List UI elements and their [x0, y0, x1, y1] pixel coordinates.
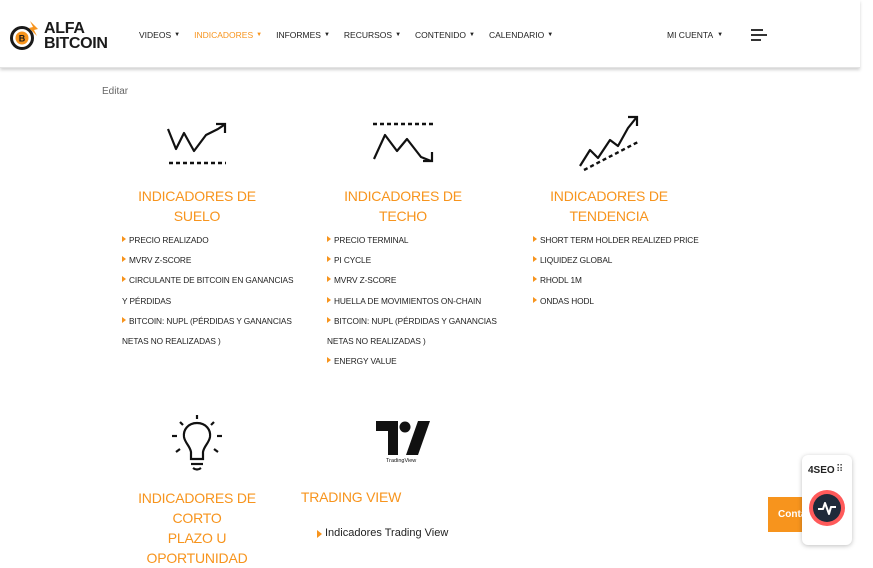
nav-item-videos[interactable]: VIDEOS ▼: [139, 30, 180, 40]
section-title-tradingview[interactable]: TRADING VIEW: [300, 487, 402, 507]
caret-down-icon: ▼: [174, 32, 181, 38]
list-item[interactable]: PRECIO REALIZADO: [122, 230, 297, 250]
bullet-arrow-icon: [533, 236, 537, 242]
caret-down-icon: ▼: [717, 32, 724, 38]
hamburger-menu-icon[interactable]: [751, 28, 767, 42]
list-item[interactable]: PRECIO TERMINAL: [327, 230, 507, 250]
logo-line-2: BITCOIN: [44, 35, 108, 52]
nav-item-contenido[interactable]: CONTENIDO ▼: [415, 30, 475, 40]
bullet-arrow-icon: [122, 316, 126, 323]
section-title-techo[interactable]: INDICADORES DE TECHO: [327, 186, 479, 226]
floor-chart-icon: [166, 121, 228, 167]
caret-down-icon: ▼: [256, 32, 263, 38]
site-header: B ALFA BITCOIN VIDEOS ▼ INDICADORES ▼ INFO…: [0, 0, 860, 68]
bullet-arrow-icon: [122, 256, 126, 263]
bullet-arrow-icon: [327, 316, 331, 323]
list-item[interactable]: LIQUIDEZ GLOBAL: [533, 250, 713, 270]
pulse-icon: [813, 494, 841, 522]
list-item[interactable]: ONDAS HODL: [533, 291, 713, 311]
main-nav: VIDEOS ▼ INDICADORES ▼ INFORMES ▼ RECURSOS ▼…: [139, 30, 553, 40]
list-tendencia: SHORT TERM HOLDER REALIZED PRICE LIQUIDE…: [533, 230, 713, 311]
bullet-arrow-icon: [533, 296, 537, 303]
bullet-arrow-icon: [327, 236, 331, 242]
logo-line-1: ALFA: [44, 20, 85, 37]
list-item[interactable]: BITCOIN: NUPL (PÉRDIDAS Y GANANCIAS: [122, 311, 297, 331]
seo-label: 4SEO: [808, 465, 835, 476]
tradingview-caption: TradingView: [386, 458, 417, 464]
nav-label: INFORMES: [276, 30, 321, 40]
section-title-suelo[interactable]: INDICADORES DE SUELO: [122, 186, 272, 226]
title-line-2: PLAZO U OPORTUNIDAD: [146, 530, 248, 566]
list-item[interactable]: MVRV Z-SCORE: [327, 270, 507, 290]
bullet-arrow-icon: [327, 357, 331, 364]
seo-launch-button[interactable]: [809, 490, 845, 526]
nav-item-calendario[interactable]: CALENDARIO ▼: [489, 30, 553, 40]
title-line-1: INDICADORES DE CORTO: [138, 490, 256, 526]
logo-text: ALFA BITCOIN: [44, 20, 108, 52]
site-logo[interactable]: B ALFA BITCOIN: [10, 16, 110, 56]
nav-item-indicadores[interactable]: INDICADORES ▼: [194, 30, 262, 40]
list-item[interactable]: MVRV Z-SCORE: [122, 250, 297, 270]
bullet-arrow-icon: [533, 276, 537, 283]
bullet-arrow-icon: [327, 296, 331, 303]
list-item[interactable]: BITCOIN: NUPL (PÉRDIDAS Y GANANCIAS: [327, 311, 507, 331]
bullet-arrow-icon: [327, 256, 331, 263]
list-item[interactable]: HUELLA DE MOVIMIENTOS ON-CHAIN: [327, 291, 507, 311]
bullet-arrow-icon: [327, 276, 331, 283]
list-item[interactable]: ENERGY VALUE: [327, 351, 507, 371]
bullet-arrow-icon: [122, 236, 126, 242]
ceiling-chart-icon: [371, 121, 435, 167]
list-item[interactable]: CIRCULANTE DE BITCOIN EN GANANCIAS: [122, 270, 297, 290]
nav-label: CALENDARIO: [489, 30, 545, 40]
bullet-arrow-icon: [317, 530, 322, 538]
caret-down-icon: ▼: [323, 32, 330, 38]
logo-mark-letter: B: [19, 34, 26, 44]
trend-chart-icon: [578, 114, 640, 172]
bullet-arrow-icon: [122, 276, 126, 283]
nav-item-recursos[interactable]: RECURSOS ▼: [344, 30, 401, 40]
section-title-corto-plazo[interactable]: INDICADORES DE CORTO PLAZO U OPORTUNIDAD: [122, 488, 272, 568]
drag-handle-icon[interactable]: ⠿: [836, 464, 843, 475]
caret-down-icon: ▼: [469, 32, 475, 38]
nav-item-informes[interactable]: INFORMES ▼: [276, 30, 330, 40]
bullet-arrow-icon: [533, 256, 537, 263]
edit-link[interactable]: Editar: [102, 86, 128, 97]
caret-down-icon: ▼: [547, 32, 554, 38]
account-menu[interactable]: MI CUENTA ▼: [667, 30, 723, 40]
nav-label: CONTENIDO: [415, 30, 467, 40]
seo-widget[interactable]: 4SEO ⠿: [802, 455, 852, 545]
tradingview-indicators-link[interactable]: Indicadores Trading View: [317, 527, 448, 539]
list-techo: PRECIO TERMINAL PI CYCLE MVRV Z-SCORE HU…: [327, 230, 507, 371]
list-item[interactable]: PI CYCLE: [327, 250, 507, 270]
lightbulb-icon: [170, 414, 224, 472]
list-item[interactable]: SHORT TERM HOLDER REALIZED PRICE: [533, 230, 713, 250]
caret-down-icon: ▼: [395, 32, 402, 38]
tradingview-logo-icon: TradingView: [375, 419, 431, 469]
bitcoin-bulb-logo-icon: B: [10, 19, 40, 53]
list-item-continuation[interactable]: Y PÉRDIDAS: [122, 291, 297, 311]
account-label: MI CUENTA: [667, 30, 714, 40]
nav-label: INDICADORES: [194, 30, 254, 40]
list-suelo: PRECIO REALIZADO MVRV Z-SCORE CIRCULANTE…: [122, 230, 297, 351]
nav-label: VIDEOS: [139, 30, 172, 40]
list-item-continuation[interactable]: NETAS NO REALIZADAS ): [122, 331, 297, 351]
section-title-tendencia[interactable]: INDICADORES DE TENDENCIA: [522, 186, 696, 226]
nav-label: RECURSOS: [343, 30, 393, 40]
list-item[interactable]: RHODL 1M: [533, 270, 713, 290]
list-item-continuation[interactable]: NETAS NO REALIZADAS ): [327, 331, 507, 351]
